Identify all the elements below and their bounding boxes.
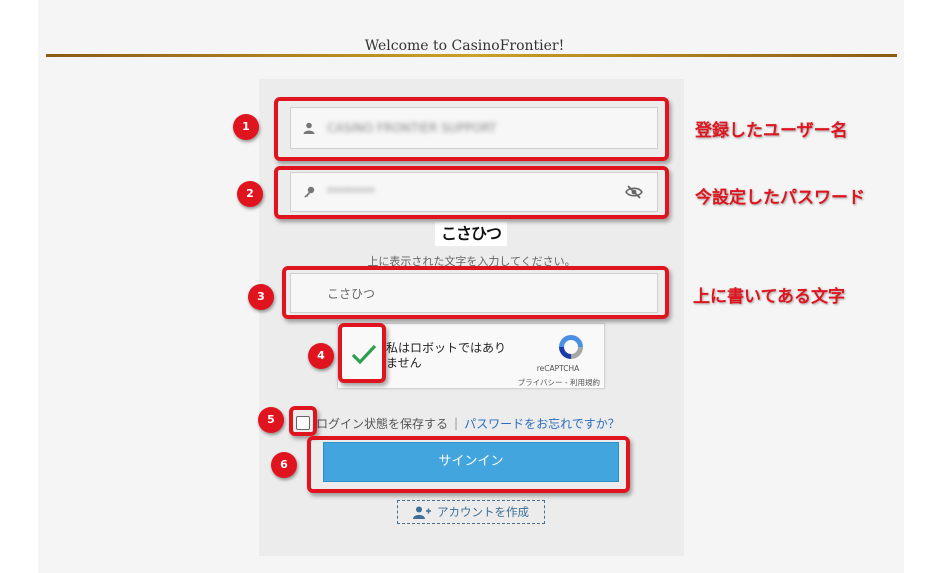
highlight-recaptcha [338,323,386,383]
step-badge: 6 [271,452,297,478]
step-badge: 1 [233,114,259,140]
highlight-username [274,97,669,161]
remember-label[interactable]: ログイン状態を保存する [316,415,448,432]
step-badge: 4 [308,343,334,369]
step-badge: 3 [248,284,274,310]
highlight-captcha [282,266,669,319]
note-captcha: 上に書いてある文字 [693,287,845,307]
separator: | [454,416,459,430]
forgot-password-link[interactable]: パスワードをお忘れですか？ [464,415,620,432]
highlight-password [274,166,669,219]
remember-row: ログイン状態を保存する | パスワードをお忘れですか？ [296,414,620,432]
recaptcha-brand: reCAPTCHA [536,364,580,373]
captcha-image: こさひつ [435,222,507,246]
recaptcha-links[interactable]: プライバシー - 利用規約 [488,377,600,388]
title-divider [46,54,897,57]
recaptcha-label: 私はロボットではありません [386,341,507,370]
highlight-remember [289,406,317,436]
create-account-button[interactable]: アカウントを作成 [397,500,545,524]
create-account-label: アカウントを作成 [437,505,529,519]
recaptcha-logo-icon [559,335,583,359]
add-user-icon [413,506,431,519]
note-password: 今設定したパスワード [695,188,865,208]
highlight-signin [307,436,630,493]
note-username: 登録したユーザー名 [695,121,848,141]
step-badge: 2 [237,181,263,207]
site-title: Welcome to CasinoFrontier! [364,38,565,54]
step-badge: 5 [258,407,284,433]
